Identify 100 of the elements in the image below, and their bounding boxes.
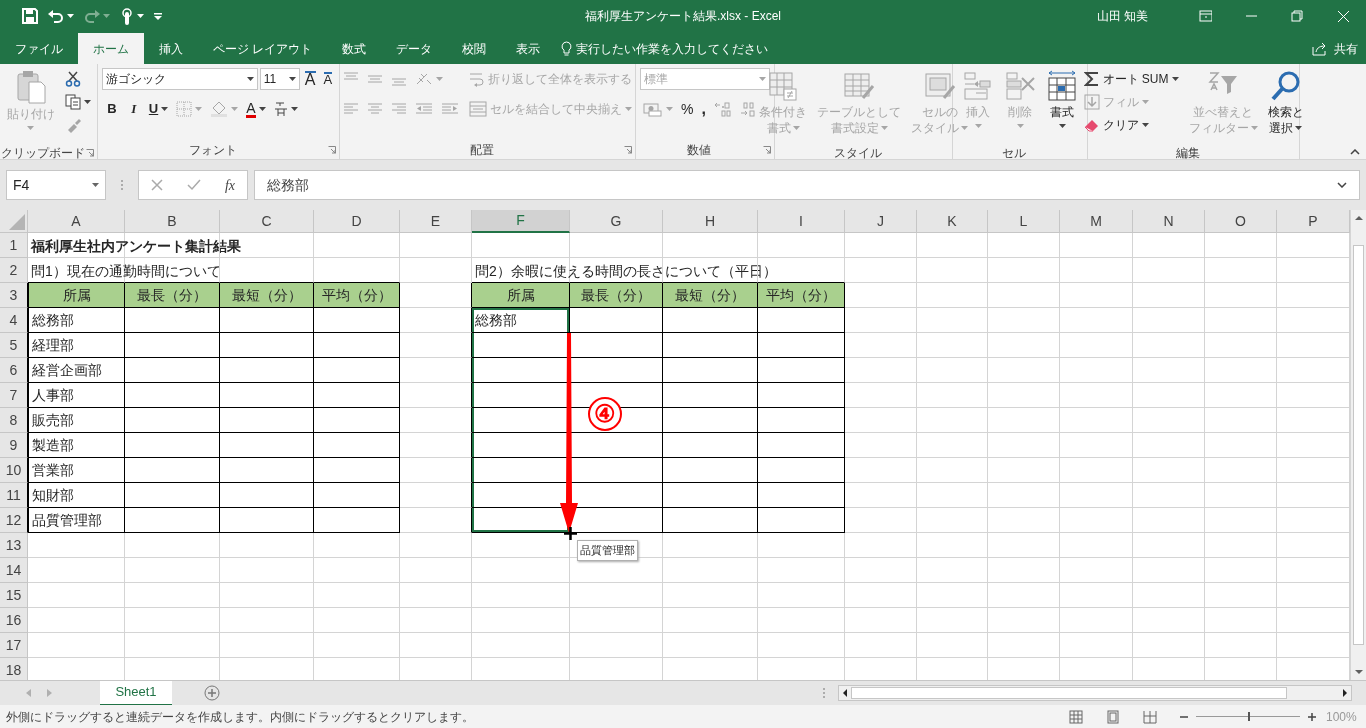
table-cell[interactable]: [663, 433, 758, 458]
horizontal-scrollbar[interactable]: [838, 685, 1352, 701]
table-cell[interactable]: [314, 458, 400, 483]
table-cell[interactable]: 経理部: [28, 333, 125, 358]
row-header[interactable]: 7: [0, 383, 28, 408]
table-cell[interactable]: 販売部: [28, 408, 125, 433]
table-cell[interactable]: [758, 508, 845, 533]
table-cell[interactable]: [125, 508, 220, 533]
add-sheet-button[interactable]: [204, 685, 220, 701]
menu-tab[interactable]: 校閲: [447, 33, 502, 64]
column-header[interactable]: D: [314, 210, 400, 233]
table-cell[interactable]: 製造部: [28, 433, 125, 458]
row-header[interactable]: 1: [0, 233, 28, 258]
table-cell[interactable]: 人事部: [28, 383, 125, 408]
sheet-tab[interactable]: Sheet1: [100, 680, 172, 706]
table-cell[interactable]: [125, 458, 220, 483]
format-button[interactable]: 書式: [1043, 68, 1081, 144]
column-header[interactable]: N: [1133, 210, 1205, 233]
row-header[interactable]: 10: [0, 458, 28, 483]
table-cell[interactable]: [663, 483, 758, 508]
row-header[interactable]: 4: [0, 308, 28, 333]
table-cell[interactable]: [663, 508, 758, 533]
row-header[interactable]: 18: [0, 658, 28, 680]
page-layout-button[interactable]: [1106, 709, 1120, 724]
column-header[interactable]: J: [845, 210, 917, 233]
column-header[interactable]: G: [570, 210, 663, 233]
menu-tab[interactable]: ファイル: [0, 33, 78, 64]
column-header[interactable]: C: [220, 210, 314, 233]
table-cell[interactable]: [314, 383, 400, 408]
insert-function-button[interactable]: fx: [224, 174, 235, 196]
row-header[interactable]: 17: [0, 633, 28, 658]
menu-tab[interactable]: 数式: [327, 33, 382, 64]
font-name-field[interactable]: 游ゴシック: [101, 68, 258, 90]
row-header[interactable]: 5: [0, 333, 28, 358]
row-header[interactable]: 9: [0, 433, 28, 458]
table-cell[interactable]: [125, 383, 220, 408]
table-cell[interactable]: [125, 308, 220, 333]
table-cell[interactable]: [314, 408, 400, 433]
table-cell[interactable]: [220, 308, 314, 333]
table-cell[interactable]: [758, 433, 845, 458]
table-cell[interactable]: [758, 333, 845, 358]
table-cell[interactable]: 総務部: [472, 308, 570, 333]
column-header[interactable]: E: [400, 210, 472, 233]
scroll-thumb[interactable]: [851, 687, 1287, 699]
row-header[interactable]: 12: [0, 508, 28, 533]
menu-tab[interactable]: データ: [381, 33, 448, 64]
vertical-scrollbar[interactable]: [1350, 210, 1366, 680]
table-cell[interactable]: [314, 333, 400, 358]
column-header[interactable]: A: [28, 210, 125, 233]
table-cell[interactable]: [663, 358, 758, 383]
table-cell[interactable]: [663, 408, 758, 433]
table-cell[interactable]: [663, 308, 758, 333]
column-header[interactable]: K: [917, 210, 988, 233]
row-header[interactable]: 6: [0, 358, 28, 383]
column-header[interactable]: O: [1205, 210, 1277, 233]
decrease-font-button[interactable]: A: [320, 68, 336, 90]
column-header[interactable]: F: [472, 210, 570, 233]
table-cell[interactable]: [125, 408, 220, 433]
table-cell[interactable]: [314, 483, 400, 508]
increase-font-button[interactable]: A: [301, 68, 319, 90]
formula-field[interactable]: 総務部: [254, 170, 1360, 200]
page-break-button[interactable]: [1143, 709, 1157, 724]
table-cell[interactable]: [220, 433, 314, 458]
font-color-button[interactable]: A: [243, 98, 269, 120]
table-cell[interactable]: 品質管理部: [28, 508, 125, 533]
table-cell[interactable]: [125, 483, 220, 508]
row-header[interactable]: 16: [0, 608, 28, 633]
row-header[interactable]: 2: [0, 258, 28, 283]
table-cell[interactable]: [663, 458, 758, 483]
table-cell[interactable]: [314, 308, 400, 333]
table-cell[interactable]: [220, 408, 314, 433]
table-cell[interactable]: [220, 358, 314, 383]
table-cell[interactable]: [758, 483, 845, 508]
table-cell[interactable]: [758, 358, 845, 383]
table-cell[interactable]: [125, 358, 220, 383]
find-select-button[interactable]: 検索と 選択: [1264, 68, 1307, 144]
dialog-launcher-button[interactable]: [86, 149, 94, 157]
table-cell[interactable]: [758, 408, 845, 433]
column-header[interactable]: M: [1060, 210, 1133, 233]
table-cell[interactable]: 総務部: [28, 308, 125, 333]
autosum-button[interactable]: オート SUM: [1080, 68, 1182, 90]
row-header[interactable]: 13: [0, 533, 28, 558]
table-cell[interactable]: 経営企画部: [28, 358, 125, 383]
table-cell[interactable]: [314, 508, 400, 533]
table-cell[interactable]: [663, 383, 758, 408]
menu-tab[interactable]: 表示: [501, 33, 556, 64]
column-header[interactable]: H: [663, 210, 758, 233]
normal-view-button[interactable]: [1069, 709, 1083, 724]
scroll-thumb[interactable]: [1353, 245, 1364, 645]
column-header[interactable]: P: [1277, 210, 1350, 233]
table-cell[interactable]: [220, 383, 314, 408]
column-header[interactable]: B: [125, 210, 220, 233]
table-cell[interactable]: [220, 508, 314, 533]
underline-button[interactable]: U: [145, 98, 172, 120]
dialog-launcher-button[interactable]: [624, 146, 632, 154]
percent-button[interactable]: %: [678, 98, 697, 120]
table-cell[interactable]: [220, 483, 314, 508]
row-header[interactable]: 15: [0, 583, 28, 608]
row-header[interactable]: 11: [0, 483, 28, 508]
row-header[interactable]: 3: [0, 283, 28, 308]
